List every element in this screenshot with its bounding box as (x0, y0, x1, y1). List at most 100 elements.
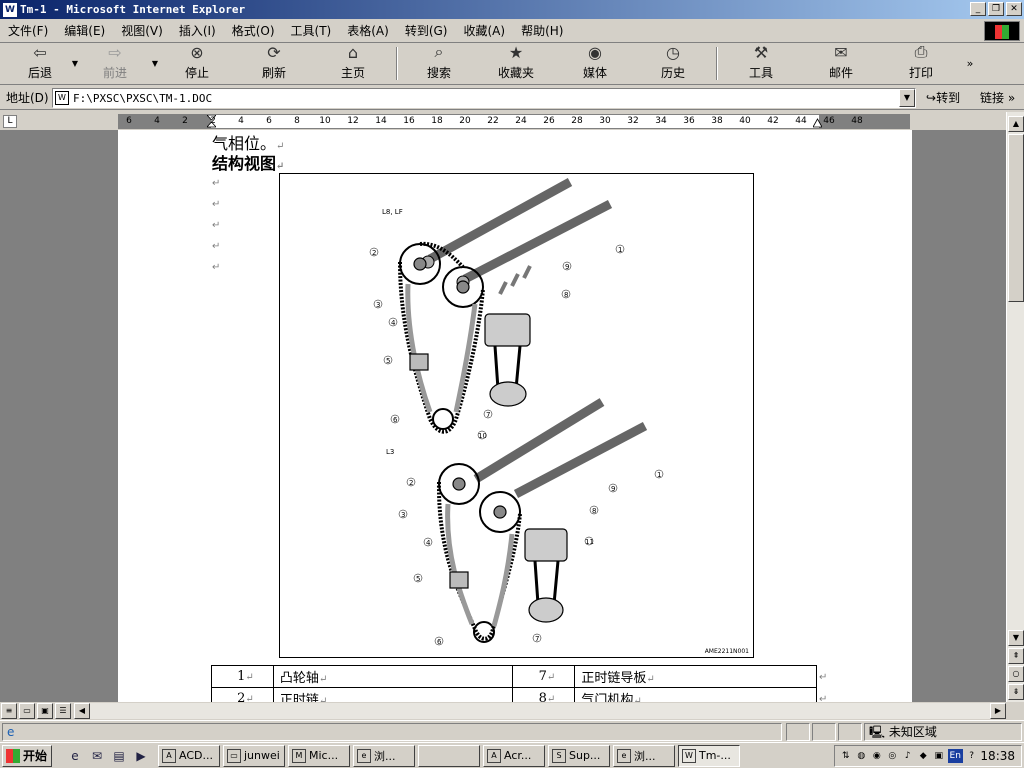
table-cell[interactable]: 7↵ (512, 665, 576, 688)
network-icon[interactable]: ⇅ (839, 749, 853, 763)
tray-app-icon[interactable]: ◆ (917, 749, 931, 763)
menu-favorites[interactable]: 收藏(A) (455, 22, 513, 39)
menu-view[interactable]: 视图(V) (113, 22, 171, 39)
help-icon[interactable]: ? (965, 749, 979, 763)
select-browse-object-icon[interactable]: ○ (1008, 666, 1024, 682)
refresh-button[interactable]: ⟳ 刷新 (234, 43, 314, 84)
menu-table[interactable]: 表格(A) (339, 22, 397, 39)
menu-help[interactable]: 帮助(H) (513, 22, 571, 39)
callout-3: 3 (376, 301, 380, 309)
task-button[interactable]: e 浏... (613, 744, 675, 767)
windows-logo-icon (984, 21, 1020, 41)
menu-tools[interactable]: 工具(T) (283, 22, 340, 39)
favorites-button[interactable]: ★ 收藏夹 (476, 43, 556, 84)
vertical-scrollbar[interactable]: ▲ ▼ ⇞ ○ ⇟ (1006, 112, 1024, 702)
print-button[interactable]: ⎙ 打印 (882, 42, 960, 84)
horizontal-ruler[interactable]: 6 4 2 2 4 6 8 10 12 14 16 18 20 22 24 26 28 30 32 34 36 38 40 4… (118, 114, 910, 129)
links-button[interactable]: 链接 » (980, 89, 1015, 106)
table-cell[interactable]: 8↵ (512, 687, 576, 702)
engine-diagram: L8, LF L3 1 2 3 4 5 6 7 8 9 1 2 3 4 5 6 … (369, 178, 664, 646)
browser-icon: e (357, 748, 371, 763)
callout-7: 7 (535, 635, 539, 643)
next-page-icon[interactable]: ⇟ (1008, 684, 1024, 700)
previous-page-icon[interactable]: ⇞ (1008, 648, 1024, 664)
tools-button[interactable]: ⚒ 工具 (722, 43, 800, 84)
callout-9: 9 (565, 263, 569, 271)
task-button[interactable]: A Acr... (483, 744, 545, 767)
ruler-tick: 42 (767, 116, 779, 126)
restore-button[interactable]: ❐ (988, 2, 1004, 16)
search-button[interactable]: ⌕ 搜索 (402, 42, 476, 84)
stop-button[interactable]: ⊗ 停止 (160, 43, 234, 84)
tab-selector-icon[interactable]: L (3, 115, 17, 128)
menu-insert[interactable]: 插入(I) (171, 22, 224, 39)
scroll-left-icon[interactable]: ◀ (74, 703, 90, 719)
table-cell[interactable]: 2↵ (211, 687, 274, 702)
scroll-thumb[interactable] (1008, 134, 1024, 302)
tray-app-icon[interactable]: ◍ (855, 749, 869, 763)
menu-file[interactable]: 文件(F) (0, 22, 56, 39)
media-player-icon[interactable]: ▶ (132, 747, 150, 765)
language-indicator[interactable]: En (947, 749, 963, 763)
callout-6: 6 (393, 416, 398, 424)
tray-app-icon[interactable]: ◎ (886, 749, 900, 763)
minimize-button[interactable]: _ (970, 2, 986, 16)
task-button[interactable]: S Sup... (548, 744, 610, 767)
callout-8: 8 (564, 291, 568, 299)
history-button[interactable]: ◷ 历史 (634, 43, 712, 84)
table-cell[interactable]: 正时链导板↵ (574, 665, 817, 688)
scroll-right-icon[interactable]: ▶ (990, 703, 1006, 719)
media-button[interactable]: ◉ 媒体 (556, 43, 634, 84)
normal-view-icon[interactable]: ≡ (1, 703, 17, 719)
task-button[interactable]: ▭ junwei (223, 744, 285, 767)
task-button[interactable]: e 浏... (353, 744, 415, 767)
task-button[interactable] (418, 744, 480, 767)
toolbar-chevron-icon[interactable]: » (960, 43, 980, 84)
menu-edit[interactable]: 编辑(E) (56, 22, 113, 39)
tray-app-icon[interactable]: ◉ (870, 749, 884, 763)
callout-4: 4 (391, 319, 396, 327)
outlook-icon[interactable]: ✉ (88, 747, 106, 765)
home-button[interactable]: ⌂ 主页 (314, 43, 392, 84)
mail-button[interactable]: ✉ 邮件 (800, 43, 882, 84)
status-cell (786, 723, 810, 741)
task-button-active[interactable]: W Tm-... (678, 744, 740, 767)
forward-dropdown-icon[interactable]: ▼ (150, 43, 160, 84)
ruler-tick: 6 (126, 116, 132, 126)
mail-label: 邮件 (828, 66, 853, 80)
scroll-down-icon[interactable]: ▼ (1008, 630, 1024, 646)
menu-format[interactable]: 格式(O) (224, 22, 283, 39)
table-cell[interactable]: 1↵ (211, 665, 274, 688)
task-button[interactable]: A ACD... (158, 744, 220, 767)
table-cell[interactable]: 气门机构↵ (574, 687, 817, 702)
table-cell[interactable]: 正时链↵ (272, 687, 514, 702)
address-dropdown-icon[interactable]: ▼ (899, 89, 915, 107)
back-dropdown-icon[interactable]: ▼ (70, 43, 80, 84)
address-input[interactable]: W F:\PXSC\PXSC\TM-1.DOC ▼ (52, 88, 916, 108)
print-view-icon[interactable]: ▣ (37, 703, 53, 719)
menu-goto[interactable]: 转到(G) (397, 22, 456, 39)
task-button[interactable]: M Mic... (288, 744, 350, 767)
desktop-icon[interactable]: ▤ (110, 747, 128, 765)
table-cell[interactable]: 凸轮轴↵ (272, 665, 514, 688)
outline-view-icon[interactable]: ☰ (55, 703, 71, 719)
close-button[interactable]: ✕ (1006, 2, 1022, 16)
back-button[interactable]: ⇦ 后退 (10, 43, 70, 84)
printer-icon: ⎙ (914, 42, 928, 61)
go-label: 转到 (936, 91, 961, 105)
right-indent-marker-icon[interactable] (813, 115, 822, 128)
web-view-icon[interactable]: ▭ (19, 703, 35, 719)
go-button[interactable]: ↪转到 (926, 89, 960, 106)
clock[interactable]: 18:38 (980, 749, 1015, 763)
paragraph-mark: ↵ (212, 178, 221, 189)
figure-code: AME2211N001 (704, 648, 749, 655)
row-end-mark: ↵ (819, 694, 828, 702)
volume-icon[interactable]: ♪ (901, 749, 915, 763)
scroll-up-icon[interactable]: ▲ (1008, 116, 1024, 132)
callout-11: 11 (585, 538, 594, 546)
horizontal-scrollbar[interactable]: ◀ ▶ (74, 703, 1006, 719)
tray-app-icon[interactable]: ▣ (932, 749, 946, 763)
forward-button[interactable]: ⇨ 前进 (80, 43, 150, 84)
start-button[interactable]: 开始 (2, 744, 52, 767)
ie-icon[interactable]: e (66, 747, 84, 765)
